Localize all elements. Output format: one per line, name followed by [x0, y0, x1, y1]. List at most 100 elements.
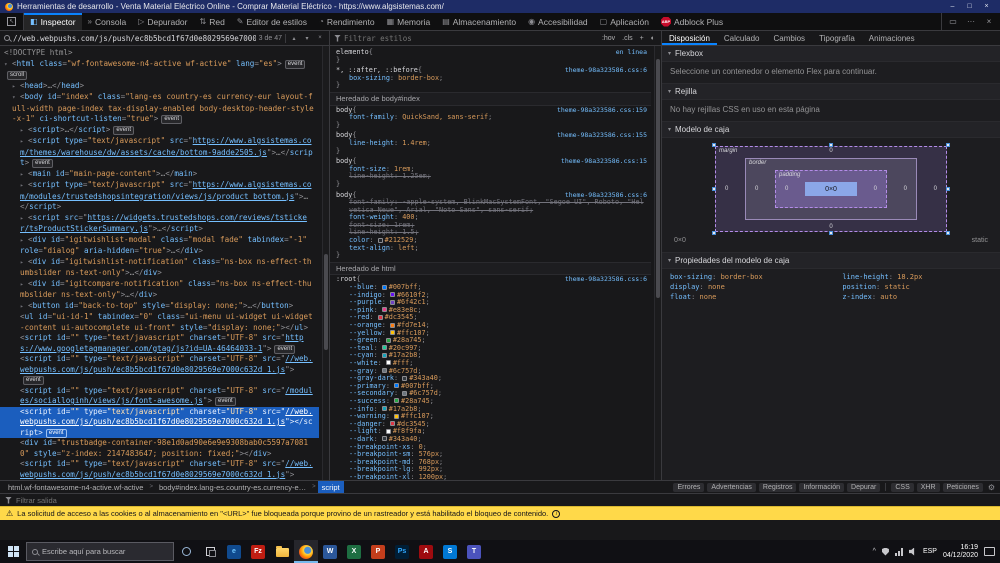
search-next-button[interactable]: ▾	[302, 35, 312, 42]
filter-css-button[interactable]: CSS	[891, 483, 913, 492]
filter-peticiones-button[interactable]: Peticiones	[943, 483, 983, 492]
event-badge[interactable]: event	[23, 376, 44, 385]
box-model-value[interactable]: 0	[785, 186, 788, 192]
css-declaration[interactable]: --breakpoint-xl: 1200px;	[336, 474, 647, 480]
markup-node[interactable]: <ul id="ui-id-1" tabindex="0" class="ui-…	[0, 312, 319, 333]
stylesheet-location-link[interactable]: theme-98a323586.css:6	[559, 67, 647, 75]
tab-console[interactable]: »Consola	[82, 13, 133, 30]
css-declaration[interactable]: --pink: #e83e8c;	[336, 307, 647, 315]
filter-informacion-button[interactable]: Información	[799, 483, 844, 492]
markup-node[interactable]: ▾<body id="index" class="lang-es country…	[0, 92, 319, 125]
color-swatch[interactable]	[390, 421, 395, 426]
markup-node[interactable]: <div id="trustbadge-container-98e1d0ad90…	[0, 438, 319, 459]
photoshop-button[interactable]: Ps	[390, 540, 414, 563]
style-filter-input[interactable]	[344, 34, 597, 43]
markup-node[interactable]: <script id="" type="text/javascript" cha…	[0, 333, 319, 354]
powerpoint-button[interactable]: P	[366, 540, 390, 563]
class-toggle[interactable]: .cls	[620, 35, 635, 42]
tab-style-editor[interactable]: ✎Editor de estilos	[231, 13, 313, 30]
scrollbar-thumb[interactable]	[656, 59, 660, 298]
filter-depurar-button[interactable]: Depurar	[847, 483, 880, 492]
minimize-button[interactable]: –	[944, 3, 961, 10]
color-swatch[interactable]	[386, 360, 391, 365]
filter-xhr-button[interactable]: XHR	[917, 483, 940, 492]
event-badge[interactable]: event	[285, 60, 306, 69]
task-view-button[interactable]	[198, 540, 222, 563]
info-icon[interactable]: i	[552, 510, 560, 518]
color-swatch[interactable]	[390, 330, 395, 335]
tab-debugger[interactable]: ▷Depurador	[132, 13, 193, 30]
markup-scrollbar[interactable]	[322, 46, 329, 480]
color-swatch[interactable]	[386, 338, 391, 343]
css-declaration[interactable]: --success: #28a745;	[336, 398, 647, 406]
tab-network[interactable]: ⇅Red	[194, 13, 231, 30]
keyboard-language[interactable]: ESP	[923, 548, 937, 555]
markup-node[interactable]: ▸<script type="text/javascript" src="htt…	[0, 136, 319, 169]
file-explorer-button[interactable]	[270, 540, 294, 563]
menu-icon[interactable]: ···	[962, 17, 980, 26]
rule-selector[interactable]: elemento	[336, 49, 369, 57]
box-model-content[interactable]: 0×0	[805, 182, 857, 196]
pick-element-button[interactable]: ↖	[0, 13, 24, 30]
markup-node[interactable]: ▸<script type="text/javascript" src="htt…	[0, 180, 319, 213]
event-badge[interactable]: event	[274, 345, 295, 354]
tab-disposicion[interactable]: Disposición	[662, 31, 717, 45]
box-model-value[interactable]: 0	[934, 186, 937, 192]
markup-node[interactable]: <script id="" type="text/javascript" cha…	[0, 459, 319, 480]
color-swatch[interactable]	[382, 285, 387, 290]
css-declaration[interactable]: --teal: #20c997;	[336, 345, 647, 353]
box-model-property[interactable]: line-height: 18.2px	[842, 273, 992, 281]
add-rule-button[interactable]: +	[638, 35, 646, 42]
tab-cambios[interactable]: Cambios	[766, 31, 812, 45]
event-badge[interactable]: event	[113, 126, 134, 135]
filter-errores-button[interactable]: Errores	[673, 483, 704, 492]
markup-node[interactable]: <script id="" type="text/javascript" cha…	[0, 354, 319, 386]
console-warning-message[interactable]: ⚠ La solicitud de acceso a las cookies o…	[0, 506, 1000, 520]
tab-inspector[interactable]: ◧Inspector	[24, 13, 82, 30]
box-model-property[interactable]: box-sizing: border-box	[670, 273, 832, 281]
color-swatch[interactable]	[394, 383, 399, 388]
css-declaration[interactable]: --white: #fff;	[336, 360, 647, 368]
filter-advertencias-button[interactable]: Advertencias	[707, 483, 755, 492]
search-clear-button[interactable]: ×	[315, 35, 325, 41]
filezilla-button[interactable]: Fz	[246, 540, 270, 563]
css-declaration[interactable]: font-family: -apple-system, BlinkMacSyst…	[336, 199, 647, 214]
firefox-button[interactable]	[294, 540, 318, 563]
markup-node[interactable]: ▸<button id="back-to-top" style="display…	[0, 301, 319, 313]
markup-tree[interactable]: <!DOCTYPE html>▾<html class="wf-fontawes…	[0, 46, 329, 480]
box-model-value[interactable]: 0	[874, 186, 877, 192]
boxmodel-properties-header[interactable]: ▾ Propiedades del modelo de caja	[662, 253, 1000, 269]
close-devtools-icon[interactable]: ×	[980, 17, 998, 26]
box-model-property[interactable]: float: none	[670, 293, 832, 301]
color-swatch[interactable]	[402, 376, 407, 381]
css-declaration[interactable]: line-height: 1.4rem;	[336, 140, 647, 148]
rules-scrollbar[interactable]	[654, 46, 661, 480]
teams-button[interactable]: T	[462, 540, 486, 563]
event-badge[interactable]: scroll	[7, 71, 27, 80]
markup-node[interactable]: ▸<div id="igitwishlist-notification" cla…	[0, 257, 319, 279]
css-declaration[interactable]: --purple: #6f42c1;	[336, 299, 647, 307]
stylesheet-location-link[interactable]: en línea	[610, 49, 647, 57]
event-badge[interactable]: event	[32, 159, 53, 168]
close-button[interactable]: ×	[978, 3, 995, 10]
markup-node[interactable]: ▸<div id="igitcompare-notification" clas…	[0, 279, 319, 301]
css-rules-list[interactable]: elemento {en línea}*, ::after, ::before …	[330, 46, 661, 480]
tab-performance[interactable]: ◔Rendimiento	[313, 13, 381, 30]
event-badge[interactable]: event	[46, 429, 67, 438]
box-model-diagram[interactable]: margin border padding 0×0 00000000	[715, 146, 947, 232]
internet-explorer-button[interactable]: e	[222, 540, 246, 563]
tab-animaciones[interactable]: Animaciones	[862, 31, 922, 45]
markup-node[interactable]: ▸<div id="igitwishlist-modal" class="mod…	[0, 235, 319, 257]
tab-calculado[interactable]: Calculado	[717, 31, 767, 45]
box-model-property[interactable]: position: static	[842, 283, 992, 291]
start-button[interactable]	[0, 540, 26, 563]
event-badge[interactable]: event	[161, 115, 182, 124]
color-swatch[interactable]	[382, 307, 387, 312]
filter-registros-button[interactable]: Registros	[759, 483, 797, 492]
color-swatch[interactable]	[382, 436, 387, 441]
color-swatch[interactable]	[386, 429, 391, 434]
css-declaration[interactable]: font-family: QuickSand, sans-serif;	[336, 114, 647, 122]
tab-application[interactable]: ▢Aplicación	[594, 13, 655, 30]
breadcrumb-item[interactable]: body#index.lang-es.country-es.currency-e…	[155, 483, 310, 492]
breadcrumb-item[interactable]: html.wf-fontawesome-n4-active.wf-active	[4, 483, 147, 492]
